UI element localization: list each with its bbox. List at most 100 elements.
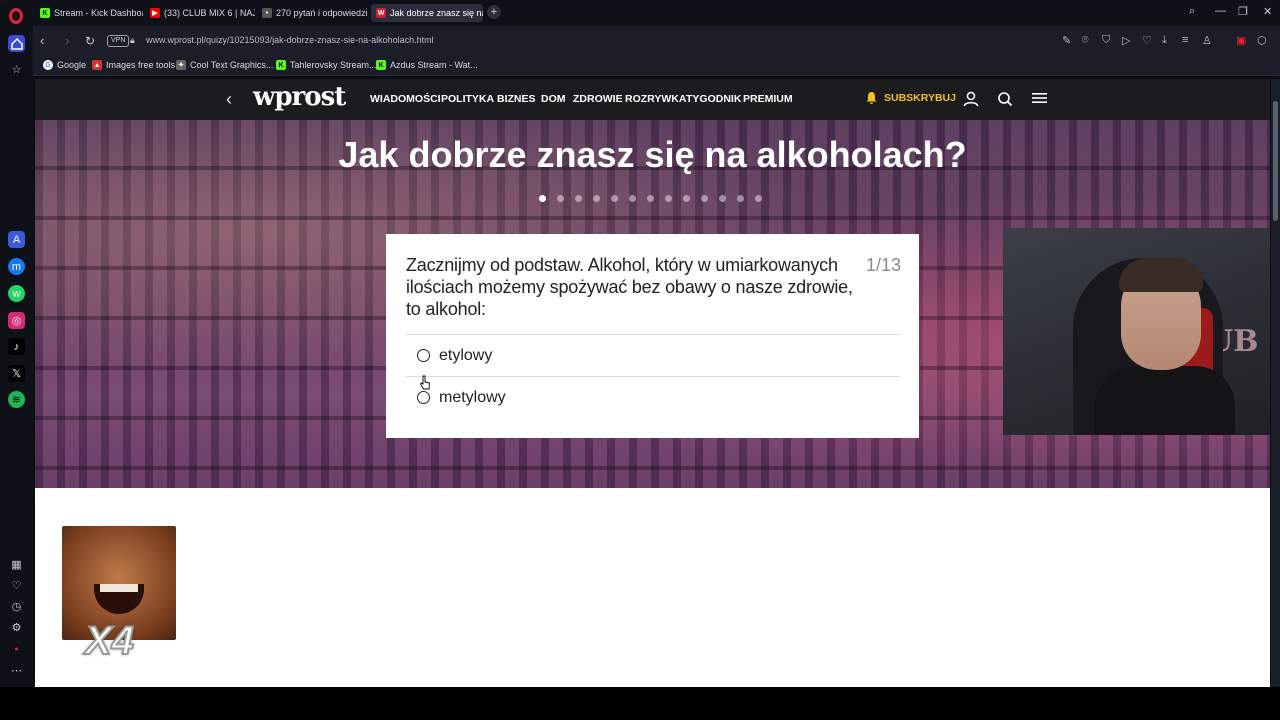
tab-bar: K Stream - Kick Dashboard ▶ (33) CLUB MI… xyxy=(33,0,1280,26)
emote-multiplier: X4 xyxy=(84,618,135,664)
progress-dot xyxy=(539,195,546,202)
play-icon[interactable]: ▷ xyxy=(1122,34,1130,47)
scroll-thumb[interactable] xyxy=(1273,101,1278,221)
progress-dot xyxy=(629,195,636,202)
bookmark-google[interactable]: G Google xyxy=(43,60,86,70)
tiktok-icon[interactable]: ♪ xyxy=(8,338,25,355)
progress-dots xyxy=(539,195,762,202)
home-icon[interactable] xyxy=(8,35,25,52)
question-counter: 1/13 xyxy=(865,255,901,275)
url-field[interactable]: www.wprost.pl/quizy/10215093/jak-dobrze-… xyxy=(146,35,434,45)
more-icon[interactable]: ⋯ xyxy=(8,662,25,679)
download-icon[interactable]: ⤓ xyxy=(1162,34,1167,47)
aria-icon[interactable]: A xyxy=(8,231,25,248)
progress-dot xyxy=(701,195,708,202)
page-icon: • xyxy=(262,8,272,18)
radio-button[interactable] xyxy=(417,349,430,362)
extension-icon[interactable]: ▣ xyxy=(1236,34,1246,47)
radio-button[interactable] xyxy=(417,391,430,404)
cooltext-icon: ✦ xyxy=(176,60,186,70)
menu-dom[interactable]: DOM xyxy=(541,93,566,105)
menu-rozrywka[interactable]: ROZRYWKA xyxy=(625,93,686,105)
progress-dot xyxy=(755,195,762,202)
answer-option[interactable]: etylowy xyxy=(406,334,900,376)
vpn-badge[interactable]: VPN xyxy=(107,35,130,47)
history-icon[interactable]: ◷ xyxy=(8,598,25,615)
quiz-title: Jak dobrze znasz się na alkoholach? xyxy=(338,134,967,175)
kick-icon: K xyxy=(376,60,386,70)
site-logo[interactable]: wprost xyxy=(253,82,346,112)
profile-icon[interactable]: ♙ xyxy=(1202,34,1212,47)
progress-dot xyxy=(575,195,582,202)
bookmarks-bar: G Google ▲ Images free tools ✦ Cool Text… xyxy=(33,56,1280,76)
taskbar-strip xyxy=(0,687,1280,720)
menu-zdrowie[interactable]: ZDROWIE xyxy=(573,93,623,105)
menu-premium[interactable]: PREMIUM xyxy=(743,93,793,105)
kick-icon: K xyxy=(276,60,286,70)
page-viewport: ‹ wprost WIADOMOŚCI POLITYKA BIZNES DOM … xyxy=(35,79,1270,687)
bookmark-tahlerovsky[interactable]: K Tahlerovsky Stream... xyxy=(276,60,377,70)
progress-dot xyxy=(665,195,672,202)
instagram-icon[interactable]: ◎ xyxy=(8,312,25,329)
reload-icon[interactable]: ↻ xyxy=(85,33,95,49)
new-tab-button[interactable]: + xyxy=(487,5,501,19)
bell-icon xyxy=(866,92,877,104)
edit-icon[interactable]: ✎ xyxy=(1062,34,1071,47)
search-icon[interactable] xyxy=(997,91,1013,112)
menu-tygodnik[interactable]: TYGODNIK xyxy=(686,93,741,105)
forward-icon[interactable]: › xyxy=(65,33,69,49)
search-tabs-icon[interactable]: ⌕ xyxy=(1189,5,1195,18)
menu-icon[interactable]: ≡ xyxy=(1182,34,1188,46)
heart-bookmark-icon[interactable]: ♡ xyxy=(1142,34,1152,47)
lock-icon[interactable]: 🔒︎ xyxy=(130,35,135,46)
question-card: Zacznijmy od podstaw. Alkohol, który w u… xyxy=(386,234,919,438)
quiz-hero: Jak dobrze znasz się na alkoholach? Zacz… xyxy=(35,120,1270,488)
progress-dot xyxy=(719,195,726,202)
workspaces-icon[interactable]: ▦ xyxy=(8,556,25,573)
bookmark-azdus[interactable]: K Azdus Stream - Wat... xyxy=(376,60,478,70)
extensions-cube-icon[interactable]: ⬡ xyxy=(1257,34,1267,47)
whatsapp-icon[interactable]: w xyxy=(8,285,25,302)
spotify-icon[interactable]: ≋ xyxy=(8,391,25,408)
answer-option[interactable]: metylowy xyxy=(406,376,900,418)
x-twitter-icon[interactable]: 𝕏 xyxy=(8,365,25,382)
youtube-icon: ▶ xyxy=(150,8,160,18)
site-header: ‹ wprost WIADOMOŚCI POLITYKA BIZNES DOM … xyxy=(35,79,1270,120)
shield-icon[interactable]: ⛉ xyxy=(1102,34,1110,47)
progress-dot xyxy=(737,195,744,202)
progress-dot xyxy=(593,195,600,202)
minimize-icon[interactable]: — xyxy=(1215,5,1226,17)
hand-cursor-icon xyxy=(419,375,430,390)
opera-logo-icon[interactable] xyxy=(9,8,23,24)
heart-icon[interactable]: ♡ xyxy=(8,577,25,594)
kick-icon: K xyxy=(40,8,50,18)
tab-kick-dashboard[interactable]: K Stream - Kick Dashboard xyxy=(35,4,143,22)
bookmark-images-free-tools[interactable]: ▲ Images free tools xyxy=(92,60,175,70)
back-chevron-icon[interactable]: ‹ xyxy=(226,90,232,108)
wprost-icon: W xyxy=(376,8,386,18)
tab-youtube[interactable]: ▶ (33) CLUB MIX 6 | NAJ xyxy=(145,4,255,22)
progress-dot xyxy=(647,195,654,202)
google-icon: G xyxy=(43,60,53,70)
menu-wiadomosci[interactable]: WIADOMOŚCI xyxy=(370,93,441,105)
ublock-icon[interactable]: ● xyxy=(8,641,25,658)
close-icon[interactable]: ✕ xyxy=(1263,5,1272,18)
settings-icon[interactable]: ⚙ xyxy=(8,619,25,636)
back-icon[interactable]: ‹ xyxy=(40,33,44,49)
menu-biznes[interactable]: BIZNES xyxy=(497,93,536,105)
scrollbar[interactable] xyxy=(1271,79,1280,687)
camera-icon[interactable]: ⌾ xyxy=(1082,34,1089,47)
tab-wprost-quiz[interactable]: W Jak dobrze znasz się na al xyxy=(371,4,483,22)
bookmark-cool-text[interactable]: ✦ Cool Text Graphics... xyxy=(176,60,273,70)
messenger-icon[interactable]: m xyxy=(8,258,25,275)
maximize-icon[interactable]: ❐ xyxy=(1238,5,1248,18)
tab-pytania[interactable]: • 270 pytań i odpowiedzi d xyxy=(257,4,369,22)
subscribe-button[interactable]: SUBSKRYBUJ xyxy=(865,91,956,105)
hamburger-menu-icon[interactable] xyxy=(1032,91,1047,110)
star-icon[interactable]: ☆ xyxy=(8,61,25,78)
navigation-bar: ‹ › ↻ VPN 🔒︎ www.wprost.pl/quizy/1021509… xyxy=(33,26,1280,56)
progress-dot xyxy=(611,195,618,202)
user-icon[interactable] xyxy=(963,91,979,112)
progress-dot xyxy=(683,195,690,202)
menu-polityka[interactable]: POLITYKA xyxy=(441,93,494,105)
